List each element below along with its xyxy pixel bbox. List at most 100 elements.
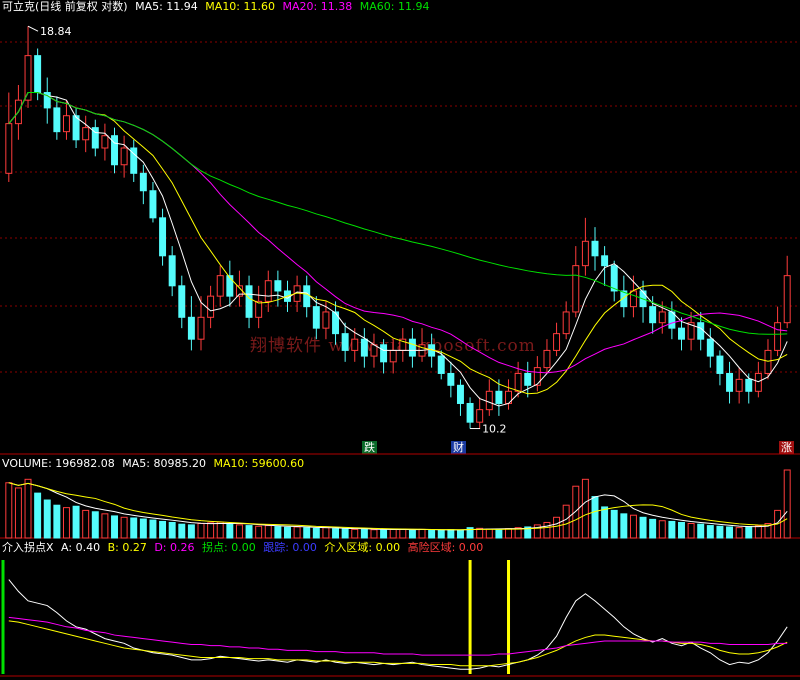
- volume-bar: [264, 525, 272, 539]
- candle-body: [735, 378, 743, 392]
- candle-body: [5, 123, 13, 174]
- high-label: 18.84: [40, 25, 72, 38]
- candle-body: [178, 285, 186, 318]
- volume-bar: [130, 517, 138, 539]
- candle-body: [716, 355, 724, 374]
- candle-body: [754, 372, 762, 392]
- volume-bar: [91, 511, 99, 539]
- volume-bar: [187, 524, 195, 539]
- volume-bar: [745, 526, 753, 539]
- candle-body: [197, 316, 205, 340]
- stock-chart-window: { "header": { "title": "可立克(日线 前复权 对数)",…: [0, 0, 800, 680]
- volume-bar: [370, 529, 378, 539]
- candle-body: [360, 338, 368, 357]
- candle-body: [706, 338, 714, 357]
- candle-body: [726, 372, 734, 392]
- candle-body: [168, 255, 176, 287]
- candle-body: [437, 355, 445, 374]
- volume-bar: [629, 514, 637, 539]
- volume-bar: [149, 519, 157, 539]
- volume-bar: [706, 525, 714, 539]
- candle-body: [389, 349, 397, 363]
- volume-bar: [485, 528, 493, 539]
- volume-bar: [24, 478, 32, 539]
- volume-bar: [620, 513, 628, 539]
- volume-bar: [505, 528, 512, 539]
- candle-body: [187, 316, 195, 340]
- candle-body: [581, 240, 589, 267]
- candle-body: [572, 265, 580, 313]
- volume-bar: [389, 528, 397, 539]
- volume-bar: [783, 469, 791, 539]
- candle-body: [601, 255, 609, 267]
- volume-bar: [322, 527, 330, 539]
- candle-body: [62, 115, 70, 133]
- candle-body: [245, 285, 253, 318]
- volume-bar: [591, 496, 599, 539]
- volume-bar: [235, 524, 243, 539]
- candle-body: [264, 280, 272, 302]
- candle-body: [629, 290, 637, 308]
- ma10-line: [8, 92, 788, 395]
- volume-bar: [428, 529, 436, 539]
- volume-bar: [668, 520, 676, 539]
- candle-body: [562, 311, 570, 335]
- volume-bar: [159, 520, 167, 539]
- ma60-line: [8, 92, 788, 335]
- volume-bar: [543, 521, 551, 539]
- candle-body: [745, 378, 753, 392]
- candle-body: [476, 409, 484, 423]
- candle-body: [764, 349, 772, 374]
- volume-bar: [581, 478, 589, 539]
- candle-body: [149, 190, 157, 219]
- volume-bar: [101, 513, 109, 539]
- volume-bar: [610, 509, 618, 539]
- volume-bar: [139, 518, 147, 539]
- volume-bar: [726, 526, 734, 539]
- candle-body: [34, 55, 42, 94]
- candle-body: [658, 311, 666, 324]
- volume-bar: [399, 528, 407, 539]
- candle-body: [139, 172, 147, 192]
- volume-bar: [255, 525, 263, 539]
- low-label: 10.2: [482, 423, 507, 436]
- ma5-line: [8, 92, 788, 407]
- volume-bar: [447, 529, 455, 539]
- candle-body: [226, 275, 234, 297]
- candle-body: [591, 240, 599, 257]
- volume-bar: [303, 527, 311, 539]
- volume-bar: [456, 529, 464, 539]
- candle-body: [514, 372, 522, 392]
- chart-canvas[interactable]: 18.84 10.2: [0, 0, 800, 680]
- indicator-line-a: [8, 579, 788, 670]
- volume-bar: [697, 523, 705, 539]
- volume-bar: [168, 521, 176, 539]
- volume-bar: [351, 528, 359, 539]
- volume-bar: [120, 516, 128, 539]
- candle-body: [524, 372, 532, 386]
- candle-body: [466, 402, 474, 423]
- volume-bar: [601, 506, 609, 539]
- candle-body: [543, 349, 551, 369]
- candle-body: [774, 322, 782, 351]
- volume-bar: [34, 492, 42, 539]
- volume-bar: [43, 499, 51, 539]
- candle-body: [456, 384, 464, 404]
- indicator-line-d: [8, 616, 788, 656]
- volume-bar: [274, 526, 282, 539]
- volume-bar: [437, 529, 445, 539]
- candle-body: [408, 338, 416, 357]
- volume-bar: [226, 523, 234, 539]
- volume-bar: [5, 482, 13, 539]
- candle-body: [697, 322, 705, 340]
- candle-body: [533, 367, 541, 386]
- volume-bar: [658, 520, 666, 539]
- volume-bar: [53, 504, 61, 539]
- candle-body: [322, 311, 330, 329]
- ma20-line: [8, 92, 788, 374]
- candle-body: [255, 300, 263, 318]
- volume-bar: [207, 522, 215, 539]
- candle-body: [53, 107, 61, 133]
- volume-bar: [553, 516, 561, 539]
- candle-body: [447, 372, 455, 386]
